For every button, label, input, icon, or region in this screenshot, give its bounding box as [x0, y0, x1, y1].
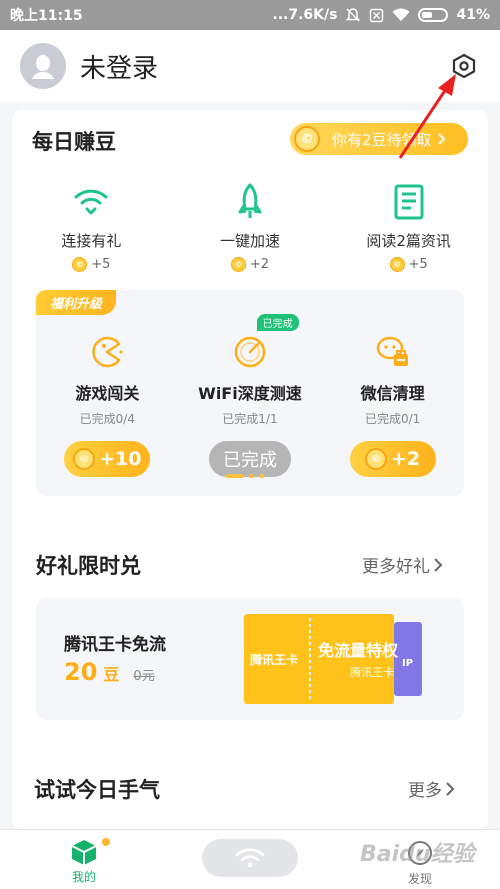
- more-luck-label: 更多: [408, 781, 442, 801]
- gift-name: 腾讯王卡免流: [64, 635, 166, 655]
- task-reward: © +5: [389, 257, 428, 272]
- rocket-icon: [230, 182, 270, 222]
- task-label: 连接有礼: [61, 232, 122, 250]
- tab-mine-label: 我的: [71, 870, 96, 884]
- bonus-items: 游戏闯关 已完成0/4 © +10 已完成 WiFi深度测速 已完成1/1 已完成…: [36, 314, 464, 477]
- button-label: +10: [99, 448, 142, 470]
- gifts-title: 好礼限时兑: [36, 554, 141, 578]
- settings-hexagon-icon: [452, 53, 476, 79]
- daily-tasks: 连接有礼 © +5 一键加速 © +2 阅读2篇资讯 © +5: [12, 182, 488, 272]
- bonus-item-speedtest[interactable]: 已完成 WiFi深度测速 已完成1/1 已完成: [179, 314, 322, 477]
- profile-header: 未登录: [0, 30, 500, 102]
- page-dot-active: [226, 474, 244, 478]
- avatar[interactable]: [20, 43, 66, 89]
- wifi-connect-button[interactable]: [202, 839, 298, 877]
- svg-text:IP: IP: [402, 658, 413, 669]
- luck-title: 试试今日手气: [34, 778, 160, 802]
- daily-title: 每日赚豆: [32, 130, 116, 154]
- svg-text:腾讯王卡: 腾讯王卡: [350, 665, 394, 679]
- svg-text:腾讯王卡: 腾讯王卡: [249, 652, 298, 667]
- tab-discover-label: 发现: [407, 872, 432, 886]
- page-dot: [249, 474, 254, 478]
- completed-button: 已完成: [208, 441, 291, 477]
- status-icons: ...7.6K/s 41%: [272, 7, 490, 23]
- more-luck-link[interactable]: 更多: [408, 776, 456, 801]
- reward-value: +2: [249, 257, 270, 272]
- task-label: 阅读2篇资讯: [366, 232, 451, 250]
- bonus-item-game[interactable]: 游戏闯关 已完成0/4 © +10: [36, 334, 179, 477]
- page-dot: [259, 474, 264, 478]
- task-reward: © +2: [230, 257, 270, 272]
- task-reward: © +5: [72, 257, 110, 272]
- network-speed: ...7.6K/s: [272, 7, 338, 23]
- gift-price: 20 豆 0元: [64, 658, 155, 686]
- task-label: 一键加速: [219, 232, 280, 250]
- more-gifts-label: 更多好礼: [362, 557, 430, 577]
- wangka-ticket-image: IP 腾讯王卡 免流量特权 腾讯王卡: [244, 614, 422, 704]
- original-price: 0元: [133, 669, 155, 684]
- task-read-articles[interactable]: 阅读2篇资讯 © +5: [329, 182, 488, 272]
- mute-icon: [346, 8, 361, 22]
- bonus-progress: 已完成0/4: [79, 412, 135, 426]
- more-gifts-link[interactable]: 更多好礼: [362, 552, 444, 577]
- coin-icon: ©: [294, 126, 320, 152]
- coin-icon: ©: [73, 448, 96, 470]
- reward-value: +5: [91, 257, 111, 272]
- bonus-name: WiFi深度测速: [198, 384, 302, 403]
- wechat-clean-icon: [375, 334, 411, 370]
- claim-game-button[interactable]: © +10: [64, 441, 151, 477]
- tab-mine[interactable]: 我的: [62, 838, 110, 885]
- notification-dot: [102, 838, 110, 846]
- claim-beans-button[interactable]: © 你有2豆待领取: [290, 123, 468, 155]
- battery-level: 41%: [456, 7, 490, 23]
- user-name[interactable]: 未登录: [80, 48, 158, 85]
- bonus-progress: 已完成1/1: [222, 412, 278, 426]
- status-bar: 晚上11:15 ...7.6K/s 41%: [0, 0, 500, 30]
- completed-badge: 已完成: [256, 314, 299, 331]
- button-label: 已完成: [222, 450, 277, 471]
- bonus-progress: 已完成0/1: [364, 412, 421, 426]
- battery-icon: [418, 8, 449, 22]
- claim-label: 你有2豆待领取: [332, 130, 432, 149]
- coin-icon: ©: [389, 257, 405, 272]
- gift-card[interactable]: 腾讯王卡免流 20 豆 0元 IP 腾讯王卡 免流量特权 腾讯王卡: [36, 598, 464, 720]
- chevron-right-icon: [446, 781, 455, 796]
- default-avatar-icon: [32, 55, 54, 79]
- pacman-icon: [89, 334, 125, 370]
- coin-icon: ©: [72, 257, 88, 272]
- wifi-icon: [235, 848, 265, 868]
- reward-value: +5: [408, 257, 428, 272]
- button-label: +2: [391, 448, 421, 470]
- watermark: Baidu经验: [360, 842, 475, 867]
- chevron-right-icon: [434, 557, 443, 572]
- article-icon: [389, 182, 429, 222]
- status-time: 晚上11:15: [10, 8, 83, 24]
- claim-wechat-button[interactable]: © +2: [349, 441, 436, 477]
- bonus-panel: 福利升级 游戏闯关 已完成0/4 © +10 已完成 WiFi深度测速 已完成1/…: [36, 290, 464, 496]
- main-card: 每日赚豆 © 你有2豆待领取 连接有礼 © +5 一键加速 © +2 阅读2篇资讯 …: [12, 110, 488, 830]
- bonus-name: 游戏闯关: [75, 384, 140, 403]
- svg-text:免流量特权: 免流量特权: [318, 641, 399, 660]
- page-indicator: [226, 474, 264, 478]
- bonus-name: 微信清理: [360, 384, 425, 403]
- wifi-icon: [71, 182, 111, 222]
- task-connect[interactable]: 连接有礼 © +5: [12, 182, 171, 272]
- chevron-right-icon: [437, 133, 445, 145]
- bonus-item-wechat-clean[interactable]: 微信清理 已完成0/1 © +2: [321, 334, 464, 477]
- task-boost[interactable]: 一键加速 © +2: [171, 182, 330, 272]
- speedometer-icon: [232, 334, 268, 370]
- price-value: 20: [64, 658, 98, 686]
- sim-off-icon: [370, 8, 384, 22]
- coin-icon: ©: [230, 257, 246, 272]
- settings-button[interactable]: [448, 50, 480, 82]
- price-unit: 豆: [103, 665, 120, 684]
- coin-icon: ©: [365, 448, 388, 470]
- cube-icon: [71, 840, 97, 865]
- wifi-status-icon: [392, 8, 410, 21]
- bonus-tag: 福利升级: [36, 290, 117, 315]
